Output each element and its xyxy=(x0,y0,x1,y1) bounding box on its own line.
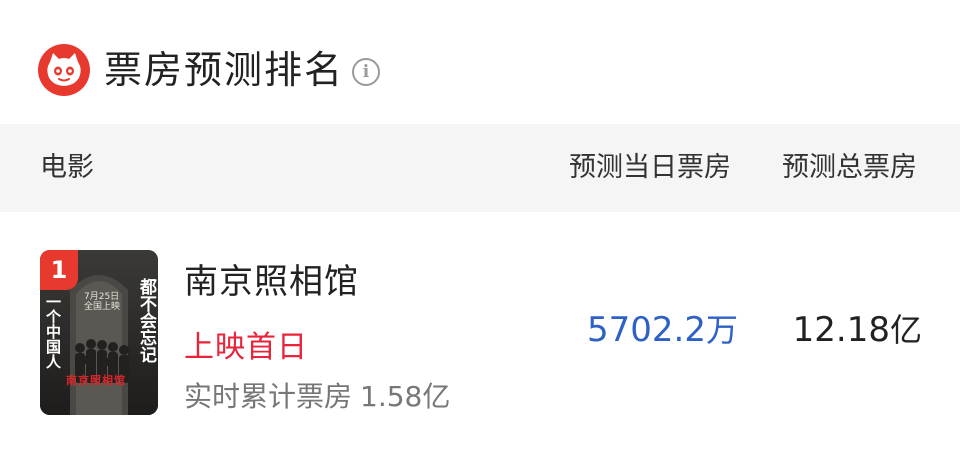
box-office-prediction-page: 票房预测排名 i 电影 预测当日票房 预测总票房 7月25日 全国上映 一个中国… xyxy=(0,0,960,467)
predicted-total-box-office: 12.18亿 xyxy=(793,310,922,350)
predicted-total-unit: 亿 xyxy=(889,311,922,349)
cumulative-value: 1.58亿 xyxy=(360,380,451,413)
maoyan-cat-logo-icon xyxy=(38,44,90,96)
poster-logo-text: 南京照相馆 xyxy=(66,374,126,387)
page-title: 票房预测排名 xyxy=(104,48,345,92)
table-row[interactable]: 7月25日 全国上映 一个中国人 都不会忘记 南京照相馆 1 南京照相馆 上映首… xyxy=(0,212,960,467)
table-header: 电影 预测当日票房 预测总票房 xyxy=(0,124,960,212)
page-header: 票房预测排名 i xyxy=(38,44,381,96)
poster-date: 7月25日 全国上映 xyxy=(84,292,121,312)
poster-side-text-right: 都不会忘记 xyxy=(136,278,156,363)
cumulative-label: 实时累计票房 xyxy=(184,380,353,413)
predicted-day-value: 5702.2 xyxy=(587,310,706,350)
cumulative-box-office: 实时累计票房 1.58亿 xyxy=(184,380,450,414)
info-icon[interactable]: i xyxy=(352,58,381,86)
predicted-total-value: 12.18 xyxy=(792,310,890,350)
rank-badge: 1 xyxy=(40,250,78,290)
predicted-day-unit: 万 xyxy=(705,311,738,349)
release-status: 上映首日 xyxy=(184,330,308,365)
movie-title[interactable]: 南京照相馆 xyxy=(184,262,359,302)
movie-poster[interactable]: 7月25日 全国上映 一个中国人 都不会忘记 南京照相馆 1 xyxy=(40,250,158,415)
column-header-movie: 电影 xyxy=(40,152,94,183)
column-header-predicted-day: 预测当日票房 xyxy=(569,152,731,183)
poster-side-text-left: 一个中国人 xyxy=(44,294,62,369)
column-header-predicted-total: 预测总票房 xyxy=(782,152,917,183)
predicted-day-box-office: 5702.2万 xyxy=(587,310,738,350)
